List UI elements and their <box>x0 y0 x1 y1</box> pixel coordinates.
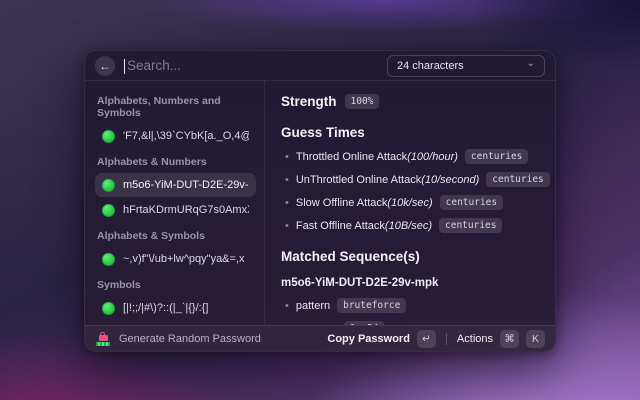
prop-label: pattern <box>296 300 330 312</box>
strength-badge: 100% <box>345 94 380 109</box>
dropdown-value: 24 characters <box>397 60 464 72</box>
command-title: Generate Random Password <box>119 333 261 345</box>
section-header: Alphabets, Numbers and Symbols <box>97 95 254 119</box>
time-badge: centuries <box>440 195 503 210</box>
time-badge: centuries <box>486 172 549 187</box>
section-header: Alphabets & Symbols <box>97 230 254 242</box>
copy-password-label: Copy Password <box>327 333 410 345</box>
search-input[interactable] <box>124 58 378 73</box>
password-generator-window: ← 24 characters ⌄ Alphabets, Numbers and… <box>84 50 556 352</box>
main-content: Alphabets, Numbers and Symbols 'F7,&l|,\3… <box>85 81 555 325</box>
attack-rate: (10k/sec) <box>387 197 432 209</box>
password-text: ~,v)f"\/ub+lw^pqy"ya&=,x <box>123 253 245 265</box>
chevron-down-icon: ⌄ <box>527 58 535 69</box>
strength-heading: Strength <box>281 94 337 109</box>
topbar: ← 24 characters ⌄ <box>85 51 555 81</box>
section-header: Symbols <box>97 279 254 291</box>
bullet-icon: • <box>285 300 289 312</box>
password-text: hFrtaKDrmURqG7s0AmxXBW24 <box>123 204 249 216</box>
password-dot-icon <box>102 302 115 315</box>
attack-rate: (100/hour) <box>407 151 458 163</box>
attack-label: UnThrottled Online Attack(10/second) <box>296 174 479 186</box>
password-dot-icon <box>102 204 115 217</box>
password-list-item[interactable]: [|!;;/|#\)?::(|_`|{}/:{] <box>95 296 256 320</box>
cmd-key-icon: ⌘ <box>500 330 519 348</box>
matched-password: m5o6-YiM-DUT-D2E-29v-mpk <box>281 277 539 289</box>
back-button[interactable]: ← <box>95 56 115 76</box>
prop-value-badge: bruteforce <box>337 298 406 313</box>
guess-time-row: • Slow Offline Attack(10k/sec) centuries <box>285 195 539 210</box>
search-field-wrap <box>124 58 378 73</box>
password-list-item[interactable]: ~,v)f"\/ub+lw^pqy"ya&=,x <box>95 247 256 271</box>
password-text: m5o6-YiM-DUT-D2E-29v-mpk <box>123 179 249 191</box>
bullet-icon: • <box>285 197 289 209</box>
password-text: [|!;;/|#\)?::(|_`|{}/:{] <box>123 302 208 314</box>
footer-bar: Generate Random Password Copy Password ↵… <box>85 325 555 351</box>
password-lock-icon <box>95 332 111 346</box>
guess-times-list: • Throttled Online Attack(100/hour) centur… <box>285 149 539 233</box>
password-dot-icon <box>102 130 115 143</box>
back-arrow-icon: ← <box>99 56 111 76</box>
detail-panel: Strength 100% Guess Times • Throttled Onl… <box>265 81 555 325</box>
bullet-icon: • <box>285 151 289 163</box>
lock-base <box>96 342 110 346</box>
password-list: Alphabets, Numbers and Symbols 'F7,&l|,\3… <box>85 81 265 325</box>
footer-divider <box>446 333 447 345</box>
time-badge: centuries <box>465 149 528 164</box>
time-badge: centuries <box>439 218 502 233</box>
password-dot-icon <box>102 179 115 192</box>
password-list-item[interactable]: m5o6-YiM-DUT-D2E-29v-mpk <box>95 173 256 197</box>
matched-sequences-heading: Matched Sequence(s) <box>281 249 539 264</box>
bullet-icon: • <box>285 174 289 186</box>
matched-props-list: •patternbruteforce•guesses1e+24 <box>285 298 539 325</box>
attack-label: Fast Offline Attack(10B/sec) <box>296 220 432 232</box>
character-count-dropdown[interactable]: 24 characters ⌄ <box>387 55 545 77</box>
guess-time-row: •UnThrottled Online Attack(10/second)cen… <box>285 172 539 187</box>
enter-key-icon: ↵ <box>417 330 436 348</box>
copy-password-button[interactable]: Copy Password <box>327 333 410 345</box>
section-header: Alphabets & Numbers <box>97 156 254 168</box>
attack-label: Throttled Online Attack(100/hour) <box>296 151 458 163</box>
lock-body <box>99 335 108 341</box>
password-dot-icon <box>102 253 115 266</box>
guess-times-heading: Guess Times <box>281 125 539 140</box>
password-text: 'F7,&l|,\39`CYbK[a._O,4@ <box>123 130 249 142</box>
attack-label: Slow Offline Attack(10k/sec) <box>296 197 433 209</box>
password-list-item[interactable]: hFrtaKDrmURqG7s0AmxXBW24 <box>95 198 256 222</box>
matched-prop-row: • pattern bruteforce <box>285 298 539 313</box>
bullet-icon: • <box>285 220 289 232</box>
attack-rate: (10/second) <box>421 174 479 186</box>
attack-rate: (10B/sec) <box>385 220 432 232</box>
actions-button[interactable]: Actions <box>457 333 493 345</box>
strength-row: Strength 100% <box>281 94 539 109</box>
footer-left: Generate Random Password <box>95 332 261 346</box>
text-caret <box>124 59 125 74</box>
guess-time-row: • Throttled Online Attack(100/hour) centur… <box>285 149 539 164</box>
actions-label: Actions <box>457 333 493 345</box>
guess-time-row: • Fast Offline Attack(10B/sec) centuries <box>285 218 539 233</box>
footer-actions: Copy Password ↵ Actions ⌘ K <box>327 330 545 348</box>
k-key-icon: K <box>526 330 545 348</box>
password-list-item[interactable]: 'F7,&l|,\39`CYbK[a._O,4@ <box>95 124 256 148</box>
